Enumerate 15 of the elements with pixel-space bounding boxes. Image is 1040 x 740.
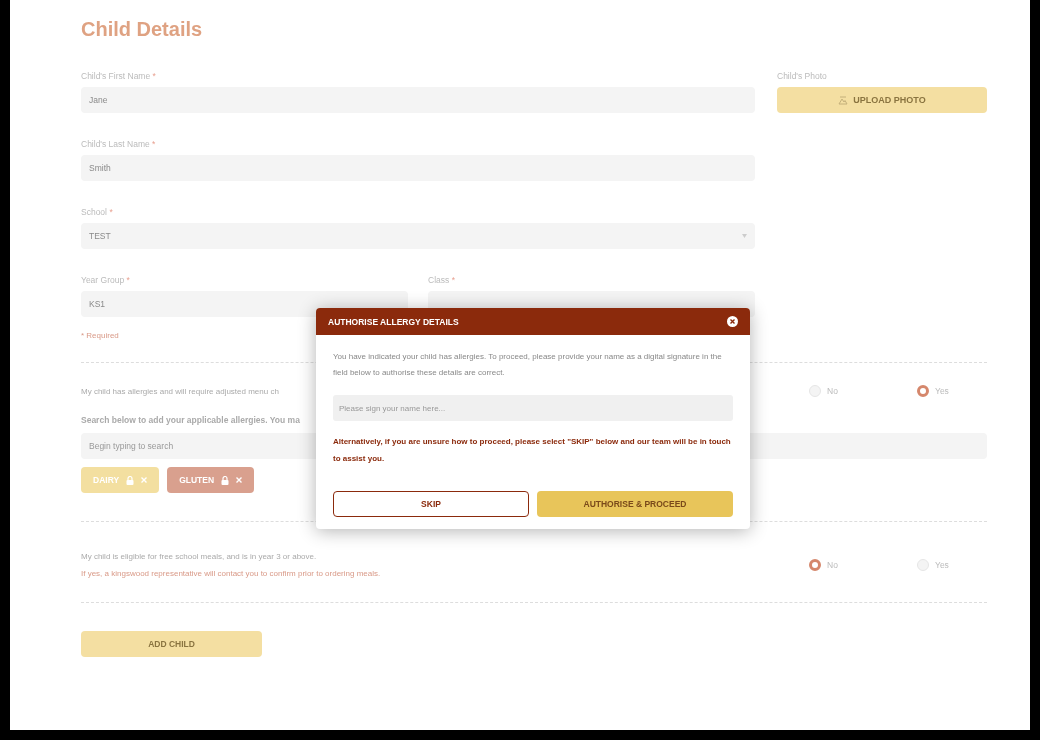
required-note: * Required — [81, 331, 120, 340]
instruction-text: Search below to add your applicable allergies. You ma — [81, 415, 301, 425]
dialog-text: You have indicated your child has allergies. To proceed, please provide your name as a digital signature in the field below to authorise these details are correct. — [333, 351, 723, 379]
page-title: Child Details — [81, 18, 204, 41]
question-text: My child is eligible for free school meals, and is in year 3 or above. — [81, 552, 318, 561]
warning-text: Alternatively, if you are unsure how to proceed, please select "SKIP" below and our team will be in touch to assist you. — [333, 436, 732, 465]
question-text: My child has allergies and will require adjusted menu ch — [81, 386, 280, 396]
dialog-title: AUTHORISE ALLERGY DETAILS — [328, 316, 459, 327]
field-label: Child's Photo — [777, 71, 828, 83]
field-label: Child's Last Name * — [81, 139, 157, 151]
note-text: If yes, a kingswood representative will contact you to confirm prior to ordering meals. — [81, 569, 382, 578]
field-label: School * — [81, 207, 114, 219]
field-label: Child's First Name * — [81, 71, 157, 83]
field-label: Year Group * — [81, 275, 131, 287]
field-label: Class * — [428, 275, 456, 287]
